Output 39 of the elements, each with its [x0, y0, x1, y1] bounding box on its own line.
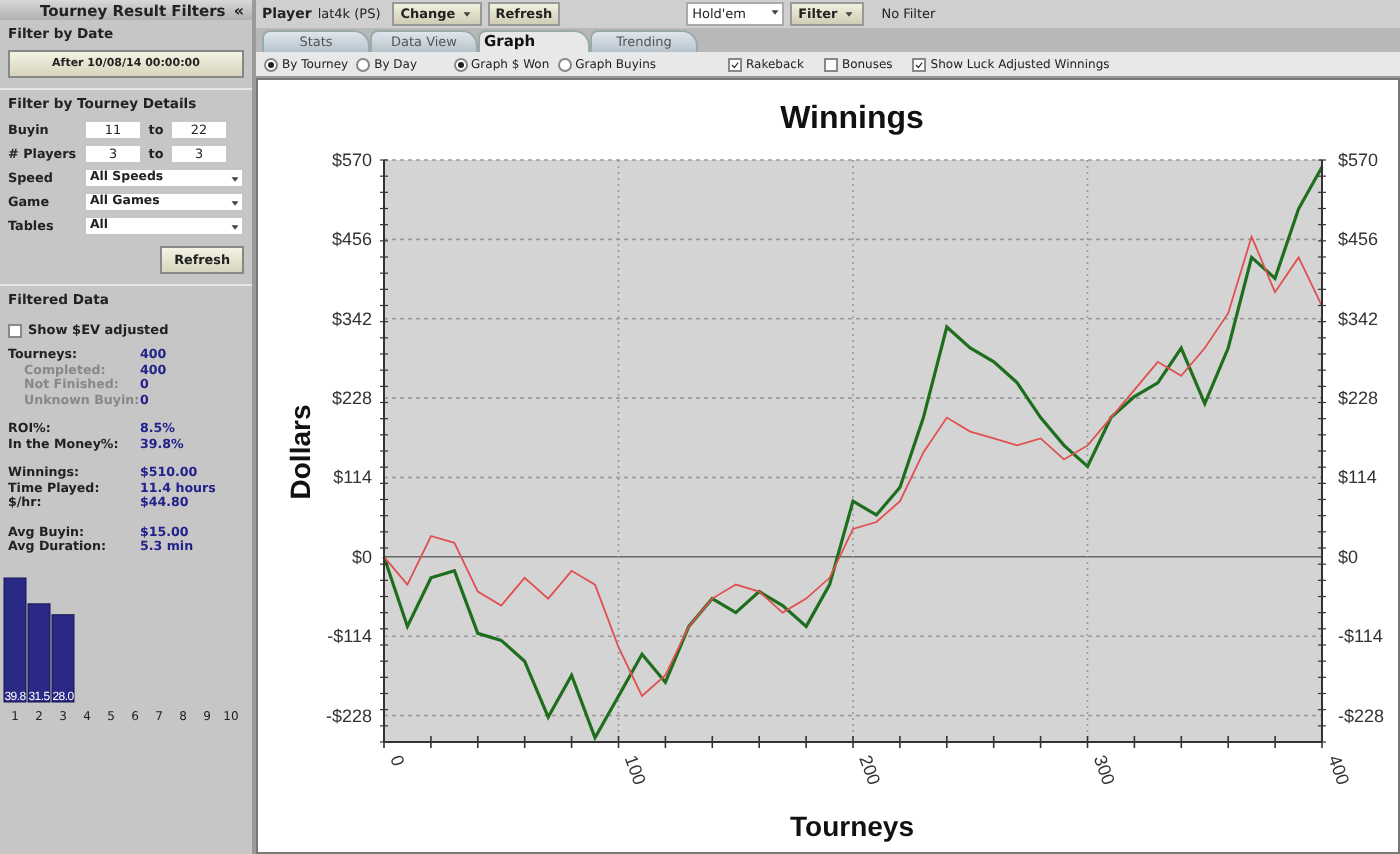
checkbox[interactable] — [912, 57, 927, 71]
checkbox[interactable] — [8, 323, 22, 337]
y-tick-label: $342 — [331, 308, 372, 329]
x-tick-label: 100 — [620, 752, 650, 788]
right-tick-label: $0 — [1338, 546, 1359, 567]
x-tick-label: 400 — [1324, 752, 1354, 788]
dropdown-arrow-icon — [459, 6, 474, 22]
right-tick-label: $456 — [1338, 229, 1379, 250]
bar — [3, 576, 27, 702]
y-axis-title: Dollars — [284, 404, 316, 500]
chart-title: Winnings — [780, 102, 924, 136]
x-tick-label: 0 — [386, 752, 409, 769]
bar — [27, 602, 51, 702]
y-tick-label: $114 — [333, 467, 372, 488]
radio-button[interactable] — [356, 57, 371, 71]
right-tick-label: -$114 — [1338, 626, 1383, 647]
y-tick-label: -$114 — [327, 626, 372, 647]
x-tick-label: 300 — [1089, 752, 1119, 788]
collapse-button[interactable]: « — [233, 1, 244, 19]
y-tick-label: $456 — [331, 229, 372, 250]
x-axis-title: Tourneys — [790, 810, 914, 842]
right-tick-label: $570 — [1338, 150, 1379, 170]
dropdown-arrow-icon — [841, 6, 856, 22]
right-tick-label: $114 — [1338, 467, 1377, 488]
checkbox[interactable] — [823, 57, 838, 71]
bar — [51, 613, 75, 702]
x-tick-label: 200 — [855, 752, 885, 788]
y-tick-label: -$228 — [325, 705, 372, 726]
y-tick-label: $228 — [331, 388, 372, 409]
right-tick-label: -$228 — [1338, 705, 1385, 726]
y-tick-label: $570 — [331, 150, 372, 170]
right-tick-label: $228 — [1338, 388, 1379, 409]
radio-button[interactable] — [557, 57, 572, 71]
radio-button[interactable] — [453, 57, 468, 71]
right-tick-label: $342 — [1338, 308, 1379, 329]
dropdown-arrow-icon — [768, 4, 783, 20]
y-tick-label: $0 — [351, 546, 372, 567]
checkbox[interactable] — [728, 57, 743, 71]
radio-button[interactable] — [264, 57, 278, 71]
